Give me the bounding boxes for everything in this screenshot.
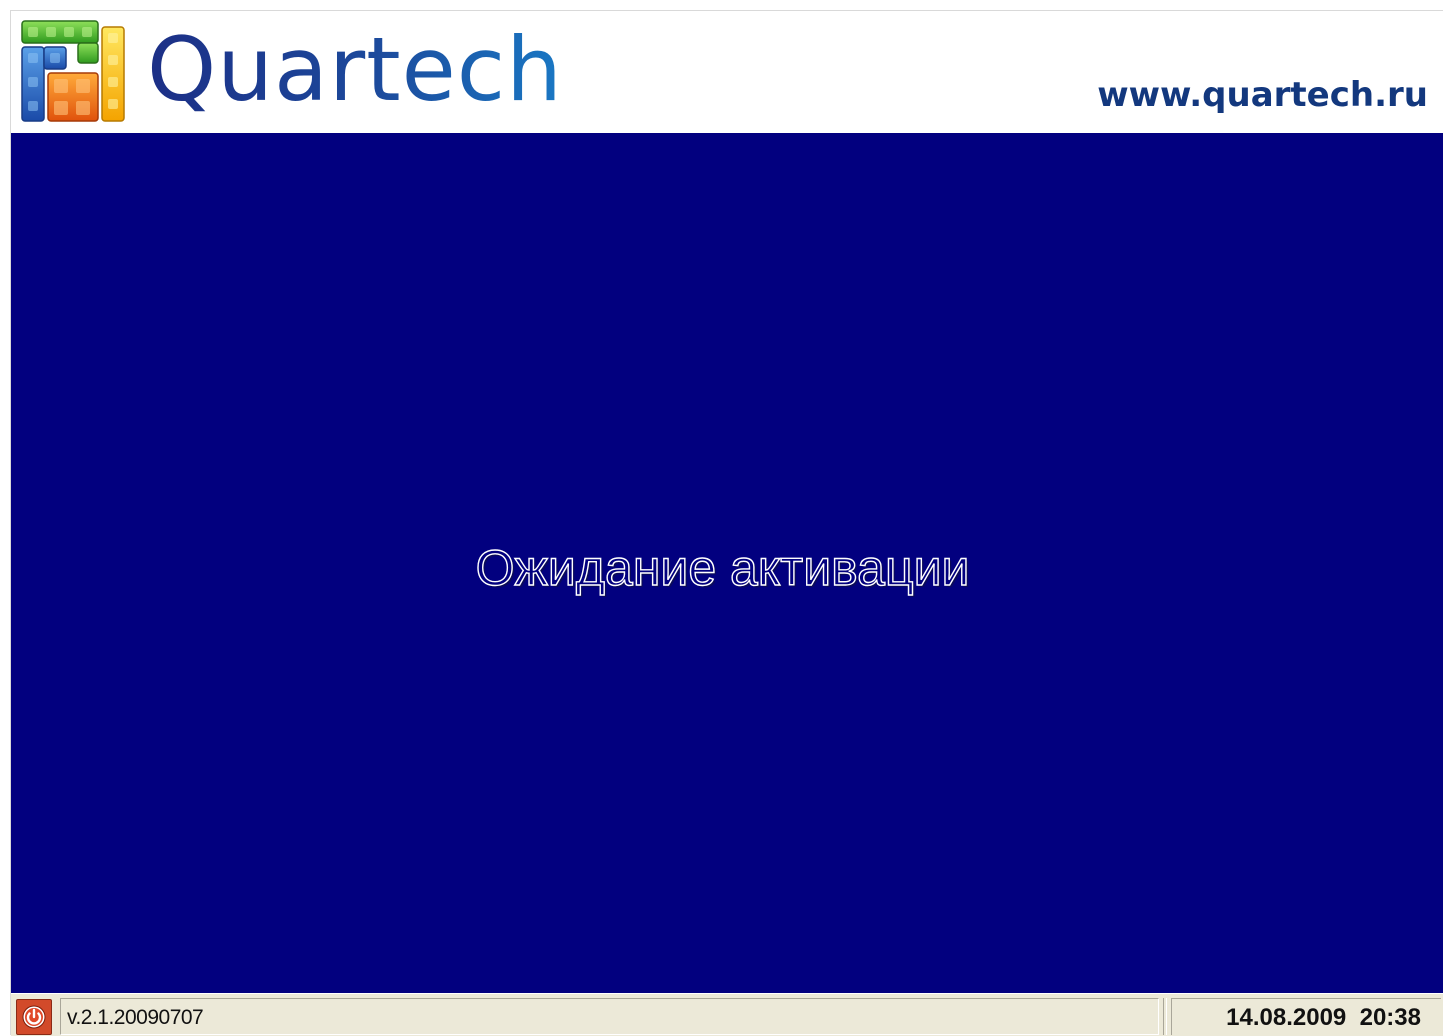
website-url: www.quartech.ru	[1097, 75, 1428, 115]
power-icon	[22, 1005, 46, 1029]
version-panel: v.2.1.20090707	[60, 998, 1159, 1035]
version-label: v.2.1.20090707	[67, 1006, 204, 1029]
quartech-logo-icon	[21, 20, 125, 122]
status-bar: v.2.1.20090707 14.08.2009 20:38	[11, 993, 1443, 1036]
brand-name: Quartech	[147, 18, 563, 121]
power-button[interactable]	[16, 999, 52, 1035]
activation-status-message: Ожидание активации	[475, 539, 970, 596]
datetime-panel: 14.08.2009 20:38	[1171, 998, 1441, 1035]
header: Quartech www.quartech.ru	[11, 11, 1443, 133]
datetime-label: 14.08.2009 20:38	[1226, 1004, 1421, 1031]
statusbar-separator	[1163, 998, 1167, 1035]
main-display-area: Ожидание активации	[11, 133, 1443, 993]
application-window: Quartech www.quartech.ru Ожидание актива…	[10, 10, 1443, 1036]
